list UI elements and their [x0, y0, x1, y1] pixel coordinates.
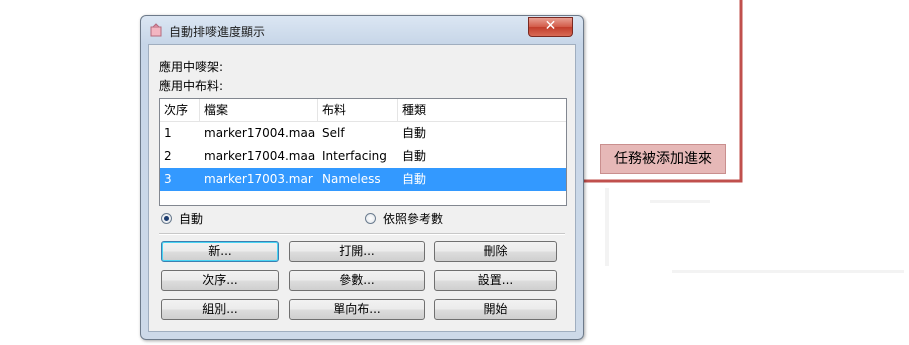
- order-button[interactable]: 次序...: [161, 270, 279, 291]
- radio-by-param-label: 依照參考數: [383, 212, 444, 226]
- column-header-order[interactable]: 次序: [160, 99, 200, 121]
- title-bar[interactable]: 自動排嘜進度顯示 ✕: [141, 16, 583, 44]
- dialog-client: 應用中嘜架: 應用中布料: 次序 檔案 布料 種類 1 marker17004.…: [148, 44, 576, 332]
- cell-fabric: Nameless: [322, 172, 381, 186]
- window-title: 自動排嘜進度顯示: [169, 25, 266, 39]
- radio-checked-icon: [161, 213, 172, 224]
- column-header-type[interactable]: 種類: [398, 99, 566, 121]
- cell-fabric: Interfacing: [322, 149, 387, 163]
- settings-button[interactable]: 設置...: [434, 270, 557, 291]
- cell-order: 1: [164, 126, 172, 140]
- close-button[interactable]: ✕: [528, 17, 573, 37]
- separator: [159, 233, 565, 235]
- progress-dialog: 自動排嘜進度顯示 ✕ 應用中嘜架: 應用中布料: 次序 檔案 布料 種類 1 m…: [140, 15, 584, 340]
- cell-file: marker17004.maa: [204, 149, 316, 163]
- task-list[interactable]: 次序 檔案 布料 種類 1 marker17004.maa Self 自動 2 …: [159, 98, 567, 206]
- cell-type: 自動: [402, 172, 427, 186]
- open-button[interactable]: 打開...: [289, 241, 425, 262]
- single-direction-button[interactable]: 單向布...: [289, 299, 425, 320]
- column-header-fabric[interactable]: 布料: [318, 99, 398, 121]
- table-row[interactable]: 1 marker17004.maa Self 自動: [160, 122, 566, 145]
- cell-order: 3: [164, 172, 172, 186]
- radio-auto-label: 自動: [179, 212, 204, 226]
- current-marker-label: 應用中嘜架:: [159, 60, 224, 74]
- cell-type: 自動: [402, 149, 427, 163]
- cell-file: marker17004.maa: [204, 126, 316, 140]
- cell-type: 自動: [402, 126, 427, 140]
- list-header: 次序 檔案 布料 種類: [160, 99, 566, 122]
- new-button[interactable]: 新...: [161, 241, 279, 262]
- table-row-selected[interactable]: 3 marker17003.mar Nameless 自動: [160, 168, 566, 191]
- cell-file: marker17003.mar: [204, 172, 313, 186]
- current-fabric-label: 應用中布料:: [159, 79, 224, 93]
- annotation-callout: 任務被添加進來: [600, 144, 726, 174]
- column-header-file[interactable]: 檔案: [200, 99, 318, 121]
- radio-unchecked-icon: [365, 213, 376, 224]
- start-button[interactable]: 開始: [434, 299, 557, 320]
- delete-button[interactable]: 刪除: [434, 241, 557, 262]
- cell-fabric: Self: [322, 126, 345, 140]
- annotation-text: 任務被添加進來: [614, 151, 712, 167]
- app-icon: [150, 23, 162, 37]
- params-button[interactable]: 參數...: [289, 270, 425, 291]
- close-icon: ✕: [544, 18, 557, 34]
- table-row[interactable]: 2 marker17004.maa Interfacing 自動: [160, 145, 566, 168]
- cell-order: 2: [164, 149, 172, 163]
- group-button[interactable]: 組別...: [161, 299, 279, 320]
